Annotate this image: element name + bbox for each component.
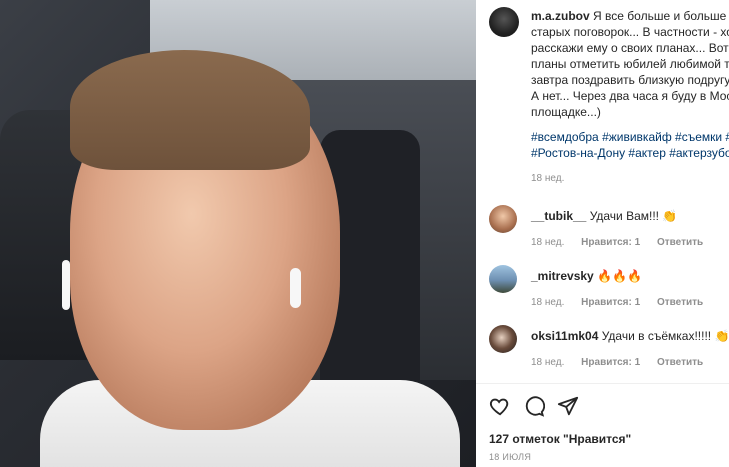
earbud-right	[290, 268, 301, 308]
comment-meta: 18 нед. Нравится: 1 Ответить	[531, 297, 717, 308]
earbud-left	[62, 260, 70, 310]
post-caption: m.a.zubov Я все больше и больше уб стары…	[531, 8, 729, 120]
comment-text: oksi11mk04 Удачи в съёмках!!!!! 👏👏	[531, 329, 729, 343]
share-icon[interactable]	[556, 394, 580, 418]
comment-meta: 18 нед. Нравится: 1 Ответить	[531, 357, 717, 368]
post-actions	[488, 394, 580, 418]
comment-likes[interactable]: Нравится: 1	[581, 237, 640, 248]
likes-count[interactable]: 127 отметок "Нравится"	[489, 432, 631, 446]
post-hashtags[interactable]: #всемдобра #жививкайф #съемки # #Ростов-…	[531, 129, 729, 161]
comment-time[interactable]: 18 нед.	[531, 237, 564, 248]
caption-time[interactable]: 18 нед.	[531, 173, 564, 184]
comment-meta: 18 нед. Нравится: 1 Ответить	[531, 237, 717, 248]
commenter-avatar[interactable]	[489, 325, 517, 353]
commenter-avatar[interactable]	[489, 205, 517, 233]
comment-item: oksi11mk04 Удачи в съёмках!!!!! 👏👏 18 не…	[476, 323, 729, 373]
actions-divider	[476, 383, 729, 384]
commenter-avatar[interactable]	[489, 265, 517, 293]
caption-text: Я все больше и больше уб	[593, 9, 729, 23]
caption-line-0: m.a.zubov Я все больше и больше уб	[531, 8, 729, 24]
post-side-panel: m.a.zubov Я все больше и больше уб стары…	[476, 0, 729, 467]
commenter-username[interactable]: oksi11mk04	[531, 329, 598, 343]
comment-text: _mitrevsky 🔥🔥🔥	[531, 269, 642, 283]
comment-item: __tubik__ Удачи Вам!!! 👏 18 нед. Нравитс…	[476, 203, 729, 253]
reply-button[interactable]: Ответить	[657, 297, 703, 308]
author-username[interactable]: m.a.zubov	[531, 9, 590, 23]
author-avatar[interactable]	[489, 7, 519, 37]
hashtag-line[interactable]: #всемдобра #жививкайф #съемки #	[531, 129, 729, 145]
comment-item: _mitrevsky 🔥🔥🔥 18 нед. Нравится: 1 Ответ…	[476, 263, 729, 313]
comment-icon[interactable]	[522, 394, 546, 418]
post-date[interactable]: 18 ИЮЛЯ	[489, 452, 531, 462]
commenter-username[interactable]: _mitrevsky	[531, 269, 594, 283]
commenter-username[interactable]: __tubik__	[531, 209, 586, 223]
caption-line-4: завтра поздравить близкую подругу	[531, 73, 729, 87]
hair	[70, 50, 310, 170]
caption-line-5: А нет... Через два часа я буду в Моск	[531, 89, 729, 103]
comment-body: 🔥🔥🔥	[597, 269, 642, 283]
reply-button[interactable]: Ответить	[657, 237, 703, 248]
heart-icon[interactable]	[488, 394, 512, 418]
caption-line-6: площадке...)	[531, 105, 601, 119]
comment-likes[interactable]: Нравится: 1	[581, 297, 640, 308]
caption-line-2: расскажи ему о своих планах... Вот н	[531, 41, 729, 55]
comment-text: __tubik__ Удачи Вам!!! 👏	[531, 209, 677, 223]
comment-time[interactable]: 18 нед.	[531, 297, 564, 308]
comment-time[interactable]: 18 нед.	[531, 357, 564, 368]
comment-likes[interactable]: Нравится: 1	[581, 357, 640, 368]
caption-line-3: планы отметить юбилей любимой тё	[531, 57, 729, 71]
caption-line-1: старых поговорок... В частности - хоч	[531, 25, 729, 39]
hashtag-line[interactable]: #Ростов-на-Дону #актер #актерзубо	[531, 145, 729, 161]
post-photo[interactable]	[0, 0, 476, 467]
comment-body: Удачи Вам!!! 👏	[589, 209, 678, 223]
comment-body: Удачи в съёмках!!!!! 👏👏	[601, 329, 729, 343]
reply-button[interactable]: Ответить	[657, 357, 703, 368]
